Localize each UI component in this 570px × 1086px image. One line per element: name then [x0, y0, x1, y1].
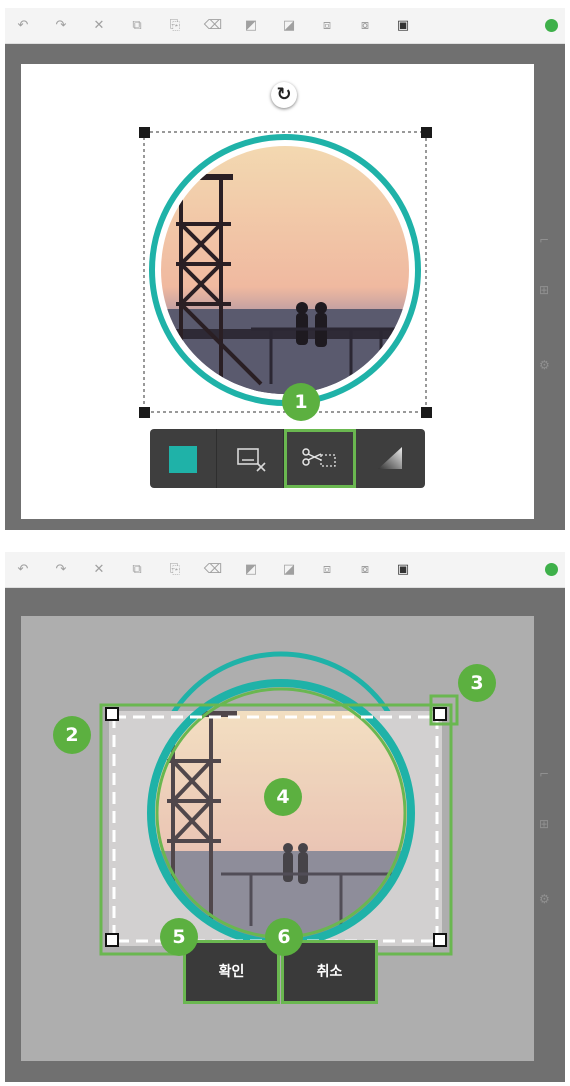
send-to-back-icon[interactable]: ⧇ — [355, 16, 375, 36]
cut-icon[interactable]: ✕ — [89, 16, 109, 36]
callout-badge-4: 4 — [264, 778, 302, 816]
paste-icon[interactable]: ⎘ — [165, 560, 185, 580]
confirm-button[interactable]: 확인 — [183, 940, 280, 1004]
resize-handle-bottom-left[interactable] — [139, 407, 150, 418]
editor-panel-bottom: ↶ ↷ ✕ ⧉ ⎘ ⌫ ◩ ◪ ⧈ ⧇ ▣ ⌐ ⊞ ⚙ 확인 취소 2 3 4 … — [5, 552, 565, 1082]
align-icon[interactable]: ▣ — [393, 560, 413, 580]
bring-to-front-icon[interactable]: ⧈ — [317, 560, 337, 580]
copy-icon[interactable]: ⧉ — [127, 560, 147, 580]
send-to-back-icon[interactable]: ⧇ — [355, 560, 375, 580]
crop-button[interactable] — [284, 429, 356, 488]
bring-to-front-icon[interactable]: ⧈ — [317, 16, 337, 36]
undo-icon[interactable]: ↶ — [13, 560, 33, 580]
resize-handle-top-right[interactable] — [421, 127, 432, 138]
help-icon[interactable] — [545, 19, 558, 32]
side-handle-icon: ⌐ — [539, 767, 550, 781]
send-backward-icon[interactable]: ◪ — [279, 16, 299, 36]
editor-panel-top: ↶ ↷ ✕ ⧉ ⎘ ⌫ ◩ ◪ ⧈ ⧇ ▣ ⌐ ⊞ ⚙ ↻ 1 — [5, 8, 565, 530]
copy-icon[interactable]: ⧉ — [127, 16, 147, 36]
delete-icon[interactable]: ⌫ — [203, 560, 223, 580]
color-swatch-icon — [169, 446, 197, 473]
side-handle-icon: ⌐ — [539, 233, 550, 247]
delete-icon[interactable]: ⌫ — [203, 16, 223, 36]
resize-handle-bottom-right[interactable] — [421, 407, 432, 418]
crop-handle-top-right[interactable] — [433, 707, 447, 721]
bring-forward-icon[interactable]: ◩ — [241, 16, 261, 36]
send-backward-icon[interactable]: ◪ — [279, 560, 299, 580]
crop-handle-top-left[interactable] — [105, 707, 119, 721]
side-grid-icon: ⊞ — [539, 283, 550, 297]
toolbar: ↶ ↷ ✕ ⧉ ⎘ ⌫ ◩ ◪ ⧈ ⧇ ▣ — [5, 8, 565, 44]
redo-icon[interactable]: ↷ — [51, 16, 71, 36]
scissors-crop-icon — [302, 448, 336, 467]
callout-badge-6: 6 — [265, 918, 303, 956]
align-icon[interactable]: ▣ — [393, 16, 413, 36]
undo-icon[interactable]: ↶ — [13, 16, 33, 36]
rotate-icon[interactable]: ↻ — [271, 82, 297, 108]
crop-handle-bottom-right[interactable] — [433, 933, 447, 947]
redo-icon[interactable]: ↷ — [51, 560, 71, 580]
context-menu — [150, 429, 425, 488]
remove-background-button[interactable] — [217, 429, 284, 488]
callout-badge-3: 3 — [458, 664, 496, 702]
crop-handle-bottom-left[interactable] — [105, 933, 119, 947]
resize-handle-top-left[interactable] — [139, 127, 150, 138]
side-gear-icon: ⚙ — [539, 358, 550, 372]
help-icon[interactable] — [545, 563, 558, 576]
callout-badge-1: 1 — [282, 383, 320, 421]
bring-forward-icon[interactable]: ◩ — [241, 560, 261, 580]
toolbar: ↶ ↷ ✕ ⧉ ⎘ ⌫ ◩ ◪ ⧈ ⧇ ▣ — [5, 552, 565, 588]
paste-icon[interactable]: ⎘ — [165, 16, 185, 36]
callout-badge-5: 5 — [160, 918, 198, 956]
side-gear-icon: ⚙ — [539, 892, 550, 906]
cut-icon[interactable]: ✕ — [89, 560, 109, 580]
gradient-icon — [378, 447, 402, 469]
side-grid-icon: ⊞ — [539, 817, 550, 831]
fill-color-button[interactable] — [150, 429, 217, 488]
gradient-button[interactable] — [356, 429, 425, 488]
image-remove-icon — [237, 448, 266, 472]
callout-badge-2: 2 — [53, 716, 91, 754]
